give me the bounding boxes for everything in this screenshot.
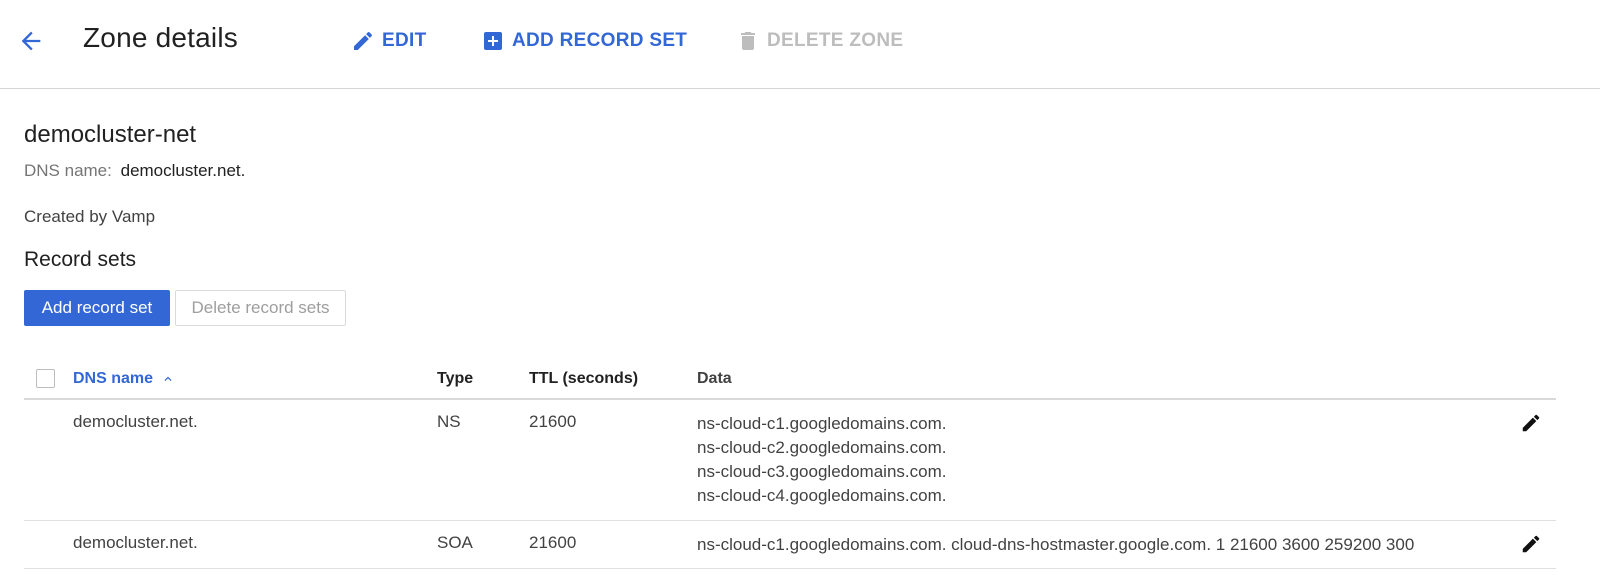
arrow-back-icon bbox=[21, 31, 41, 51]
chevron-up-icon bbox=[161, 372, 175, 386]
back-button[interactable] bbox=[14, 24, 48, 58]
column-header-ttl: TTL (seconds) bbox=[529, 370, 639, 387]
record-type: SOA bbox=[437, 533, 473, 552]
record-data: ns-cloud-c1.googledomains.com. ns-cloud-… bbox=[697, 412, 946, 508]
record-ttl: 21600 bbox=[529, 533, 577, 552]
table-row: democluster.net. SOA 21600 ns-cloud-c1.g… bbox=[24, 521, 1556, 569]
delete-zone-label: DELETE ZONE bbox=[767, 30, 904, 51]
record-type: NS bbox=[437, 412, 461, 431]
table-row: democluster.net. NS 21600 ns-cloud-c1.go… bbox=[24, 400, 1556, 521]
delete-zone-button[interactable]: DELETE ZONE bbox=[735, 26, 903, 56]
record-sets-heading: Record sets bbox=[24, 248, 137, 271]
zone-dns-name: DNS name: democluster.net. bbox=[24, 161, 245, 181]
column-header-type: Type bbox=[437, 370, 474, 387]
top-toolbar: Zone details EDIT ADD RECORD SET DELETE … bbox=[0, 0, 1600, 89]
delete-record-sets-button[interactable]: Delete record sets bbox=[175, 290, 346, 326]
column-header-dns-name[interactable]: DNS name bbox=[73, 370, 175, 388]
add-record-set-button[interactable]: Add record set bbox=[24, 290, 170, 326]
add-record-set-toolbar-button[interactable]: ADD RECORD SET bbox=[480, 26, 687, 56]
pencil-icon bbox=[1522, 414, 1540, 432]
edit-record-button[interactable] bbox=[1519, 411, 1543, 435]
table-header: DNS name Type TTL (seconds) Data bbox=[24, 356, 1556, 400]
record-data-line: ns-cloud-c3.googledomains.com. bbox=[697, 462, 947, 481]
add-record-set-label: ADD RECORD SET bbox=[512, 30, 688, 51]
record-data: ns-cloud-c1.googledomains.com. cloud-dns… bbox=[697, 533, 1414, 557]
record-sets-table: DNS name Type TTL (seconds) Data democlu… bbox=[24, 356, 1556, 569]
dns-name-header-label: DNS name bbox=[73, 370, 154, 387]
edit-button[interactable]: EDIT bbox=[350, 26, 426, 56]
record-dns-name: democluster.net. bbox=[73, 533, 198, 552]
record-data-line: ns-cloud-c4.googledomains.com. bbox=[697, 486, 947, 505]
edit-label: EDIT bbox=[382, 30, 427, 51]
dns-name-label: DNS name: bbox=[24, 161, 112, 180]
trash-icon bbox=[735, 28, 761, 54]
record-ttl: 21600 bbox=[529, 412, 577, 431]
page-title: Zone details bbox=[83, 22, 238, 53]
dns-name-value: democluster.net. bbox=[120, 161, 246, 180]
select-all-checkbox[interactable] bbox=[36, 369, 55, 388]
created-by-text: Created by Vamp bbox=[24, 207, 156, 226]
pencil-icon bbox=[350, 28, 376, 54]
record-data-line: ns-cloud-c1.googledomains.com. cloud-dns… bbox=[697, 535, 1415, 554]
edit-record-button[interactable] bbox=[1519, 532, 1543, 556]
column-header-data: Data bbox=[697, 370, 732, 387]
record-data-line: ns-cloud-c2.googledomains.com. bbox=[697, 438, 947, 457]
record-data-line: ns-cloud-c1.googledomains.com. bbox=[697, 414, 947, 433]
add-box-icon bbox=[480, 28, 506, 54]
zone-name: democluster-net bbox=[24, 121, 197, 148]
record-dns-name: democluster.net. bbox=[73, 412, 198, 431]
pencil-icon bbox=[1522, 535, 1540, 553]
